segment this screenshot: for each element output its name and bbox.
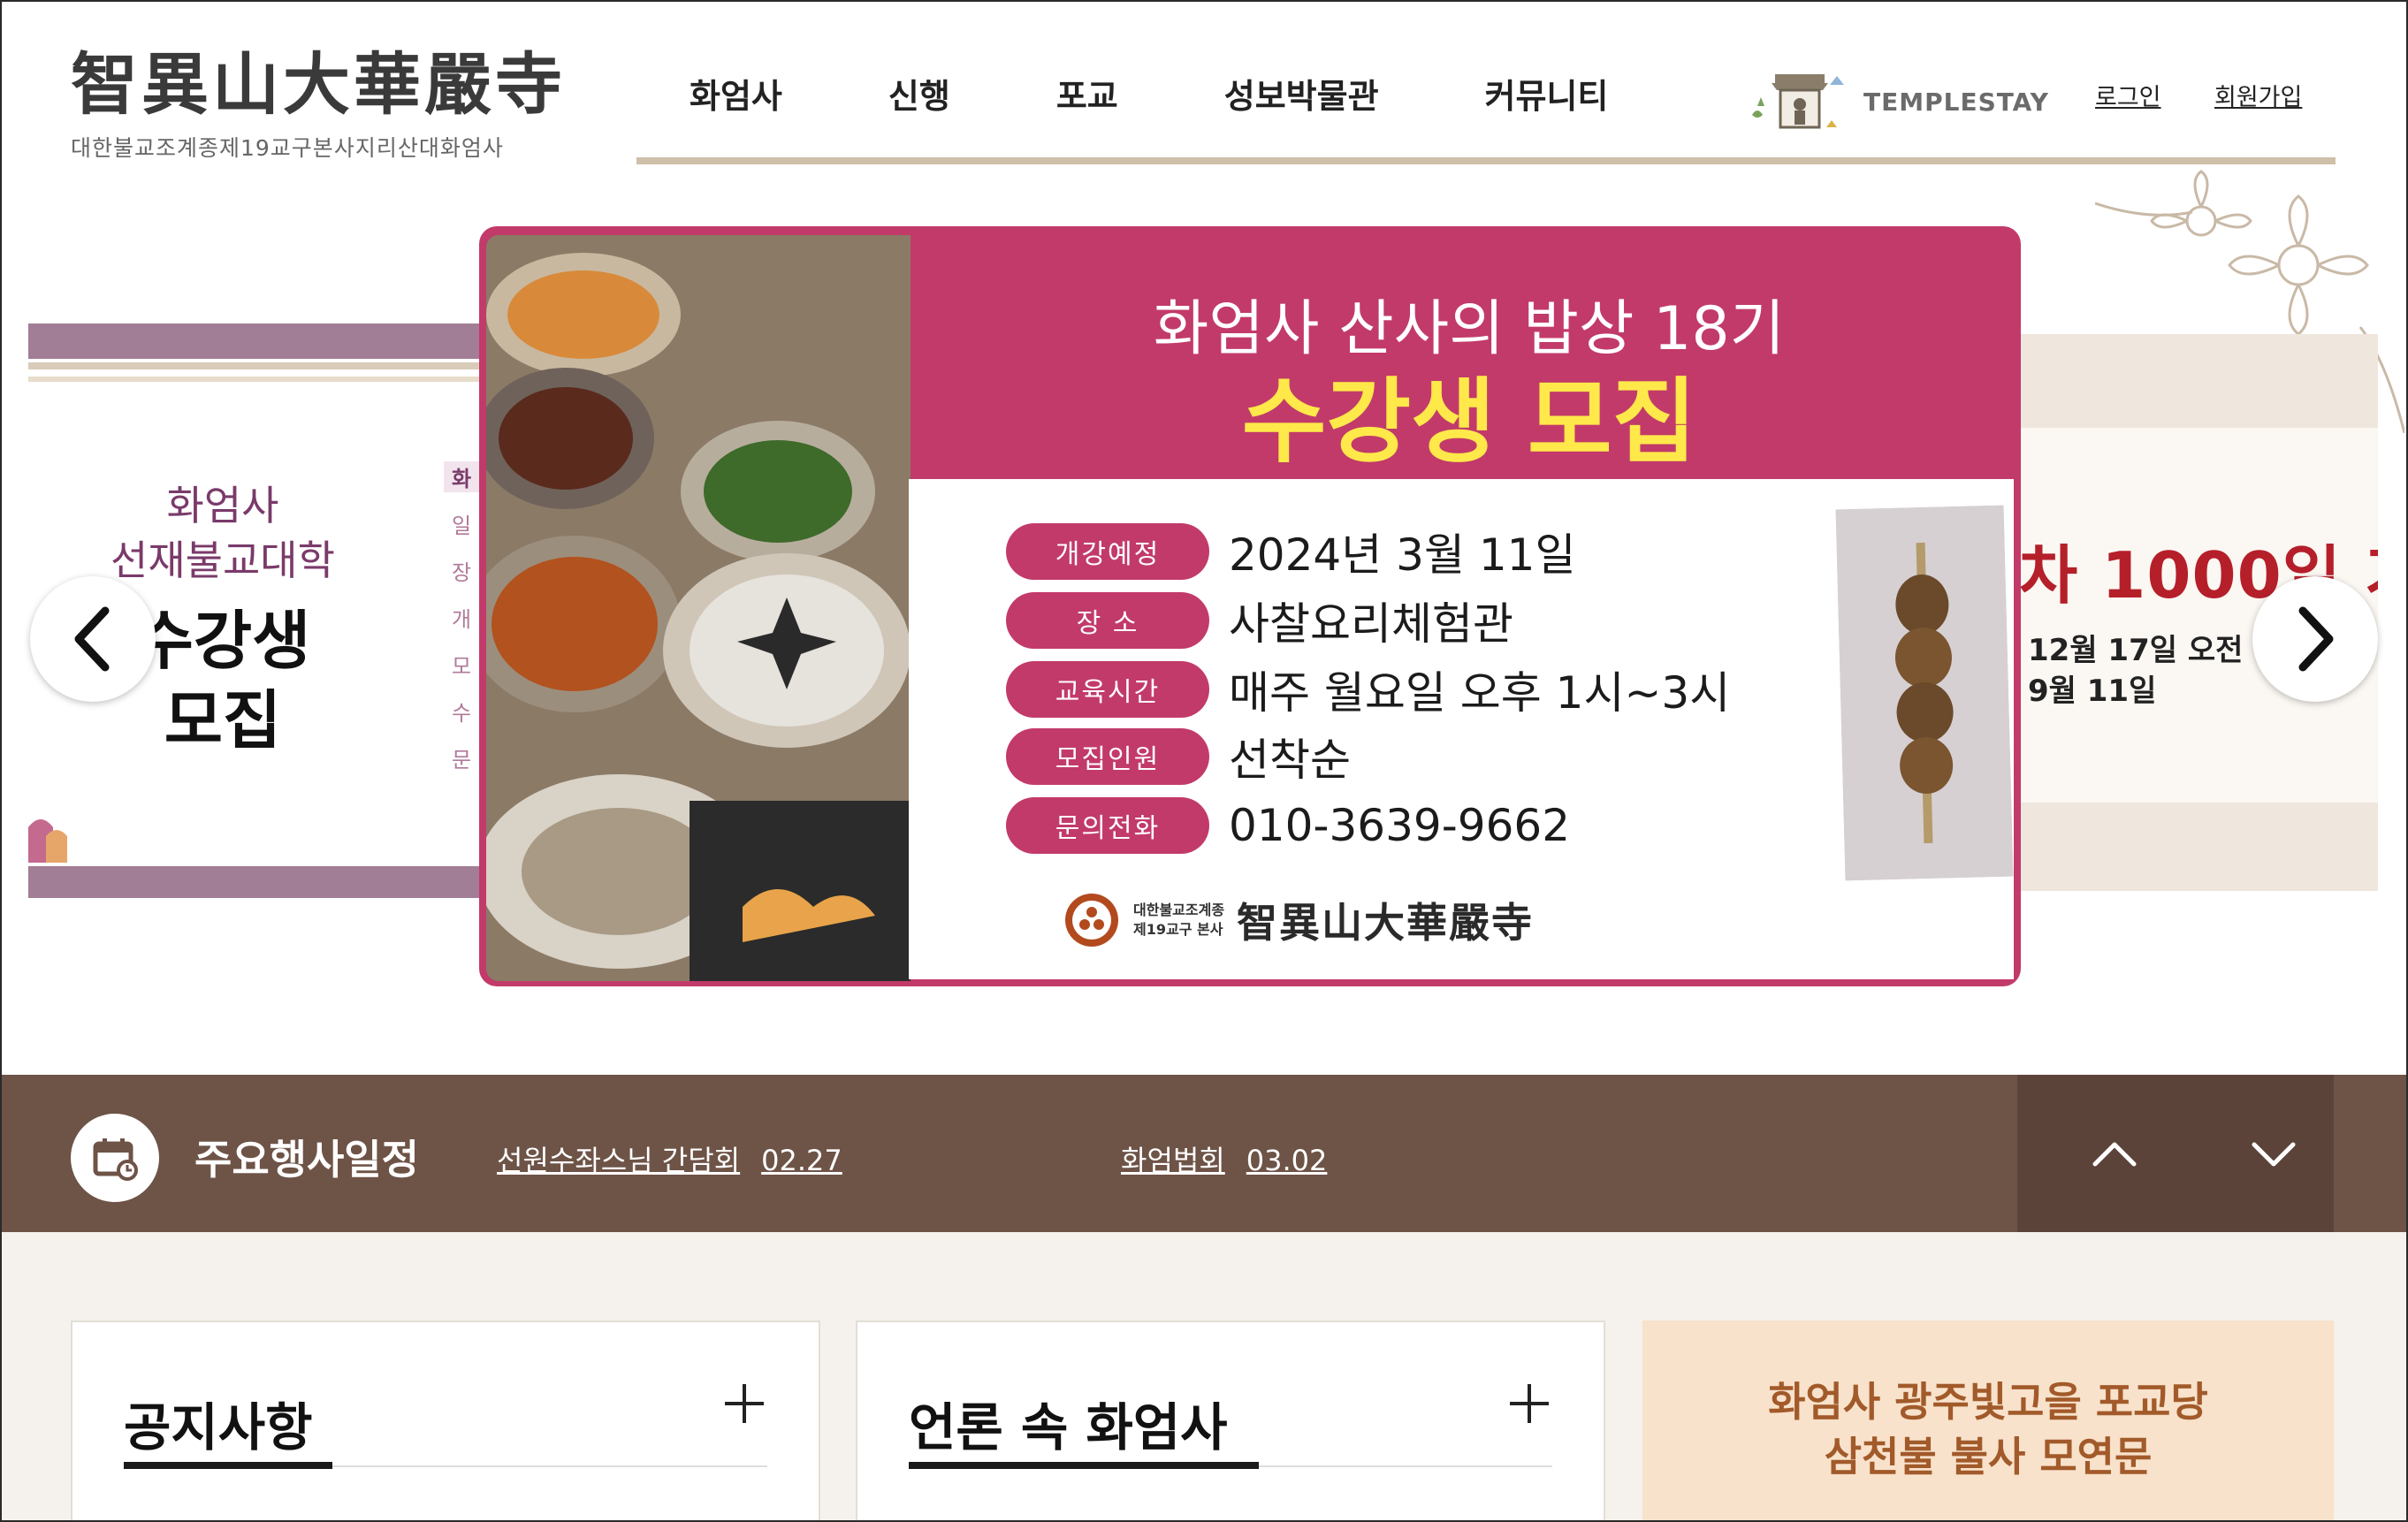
info-value: 선착순: [1229, 734, 1351, 786]
notice-board: 공지사항: [71, 1320, 820, 1522]
event-name: 화엄법회: [1121, 1144, 1225, 1177]
info-value: 매주 월요일 오후 1시~3시: [1229, 667, 1731, 719]
schedule-controls: [2017, 1075, 2334, 1232]
slide-right-line2: 9월 11일: [2028, 673, 2157, 709]
slide-headline: 수강생 모집: [1241, 368, 1697, 476]
slide-right-line1: 12월 17일 오전: [2028, 633, 2244, 668]
side-char: 장: [451, 560, 472, 585]
press-board: 언론 속 화엄사: [856, 1320, 1605, 1522]
slider-next-button[interactable]: [2252, 576, 2378, 702]
event-date: 03.02: [1246, 1144, 1328, 1177]
info-value: 사찰요리체험관: [1229, 598, 1513, 650]
food-photo: [486, 235, 911, 981]
schedule-event[interactable]: 선원수좌스님 간담회 02.27: [497, 1138, 842, 1179]
banner-line2: 삼천불 불사 모연문: [1824, 1433, 2153, 1480]
slider-prev-button[interactable]: [30, 576, 156, 702]
nav-item-faith[interactable]: 신행: [888, 69, 950, 118]
plus-icon[interactable]: [1510, 1384, 1549, 1423]
event-name: 선원수좌스님 간담회: [497, 1144, 741, 1177]
nav-item-museum[interactable]: 성보박물관: [1224, 69, 1379, 118]
side-char: 개: [451, 607, 472, 632]
calendar-badge: [71, 1114, 159, 1202]
login-link[interactable]: 로그인: [2095, 78, 2161, 112]
slide-info-panel: 개강예정 2024년 3월 11일 장 소 사찰요리체험관 교육시간 매주 월요…: [909, 479, 2014, 979]
info-row: 문의전화 010-3639-9662: [1006, 797, 1570, 854]
slide-band: [2019, 803, 2378, 891]
side-char: 수: [451, 701, 472, 726]
event-schedule-bar: 주요행사일정 선원수좌스님 간담회 02.27 화엄법회 03.02: [2, 1075, 2406, 1232]
join-link[interactable]: 회원가입: [2214, 78, 2302, 112]
slide-current[interactable]: 화엄사 산사의 밥상 18기 수강생 모집 개강예정 2024년 3월 11일 …: [479, 226, 2021, 986]
templestay-label: TEMPLESTAY: [1863, 87, 2049, 117]
schedule-title: 주요행사일정: [194, 1136, 419, 1183]
site-logo[interactable]: 智異山大華嚴寺 대한불교조계종제19교구본사지리산대화엄사: [71, 46, 566, 163]
nav-underline: [636, 157, 2336, 164]
slide-band: [28, 866, 479, 898]
slide-footer-logo: 대한불교조계종 제19교구 본사 智異山大華嚴寺: [1063, 891, 1534, 949]
side-char: 일: [451, 514, 472, 538]
title-underline: [909, 1462, 1259, 1469]
nav-item-community[interactable]: 커뮤니티: [1485, 69, 1609, 118]
footer-org-line1: 대한불교조계종: [1133, 902, 1225, 918]
banner-line1: 화엄사 광주빛고을 포교당: [1768, 1378, 2208, 1426]
side-char: 모: [451, 654, 472, 679]
slide-band: [2019, 334, 2378, 428]
schedule-event[interactable]: 화엄법회 03.02: [1121, 1138, 1327, 1179]
info-row: 장 소 사찰요리체험관: [1006, 592, 1513, 650]
info-label: 교육시간: [1006, 661, 1209, 718]
slide-band: [28, 323, 479, 359]
info-label: 문의전화: [1006, 797, 1209, 854]
slide-band: [28, 377, 479, 382]
slide-band: [28, 362, 479, 369]
footer-hanja: 智異山大華嚴寺: [1237, 899, 1535, 947]
nav-item-hwaeomsa[interactable]: 화엄사: [690, 69, 782, 118]
product-photo: [1835, 505, 2014, 881]
footer-org: 대한불교조계종 제19교구 본사: [1133, 901, 1224, 940]
chevron-up-icon: [2092, 1142, 2137, 1167]
event-date: 02.27: [761, 1144, 842, 1177]
logo-hanja: 智異山大華嚴寺: [71, 45, 566, 124]
schedule-up-button[interactable]: [2079, 1119, 2150, 1190]
donation-banner[interactable]: 화엄사 광주빛고을 포교당 삼천불 불사 모연문: [1642, 1320, 2334, 1522]
main-nav: 화엄사 신행 포교 성보박물관 커뮤니티: [690, 69, 1714, 118]
info-row: 모집인원 선착순: [1006, 728, 1351, 786]
side-char: 화: [444, 461, 479, 492]
press-title[interactable]: 언론 속 화엄사: [909, 1386, 1228, 1460]
notice-title[interactable]: 공지사항: [124, 1386, 312, 1460]
plus-icon[interactable]: [725, 1384, 764, 1423]
schedule-down-button[interactable]: [2238, 1119, 2309, 1190]
info-label: 모집인원: [1006, 728, 1209, 785]
chevron-left-icon: [74, 606, 110, 672]
chevron-right-icon: [2298, 606, 2334, 672]
info-row: 개강예정 2024년 3월 11일: [1006, 523, 1576, 581]
info-value: 2024년 3월 11일: [1229, 529, 1576, 581]
slide-left-line1: 화엄사: [166, 482, 279, 529]
info-label: 개강예정: [1006, 523, 1209, 580]
footer-org-line2: 제19교구 본사: [1133, 921, 1223, 938]
logo-subtitle: 대한불교조계종제19교구본사지리산대화엄사: [71, 135, 504, 161]
title-underline: [124, 1462, 332, 1469]
calendar-icon: [93, 1138, 138, 1181]
temple-decoration-icon: [28, 819, 67, 863]
info-label: 장 소: [1006, 592, 1209, 649]
nav-item-propagation[interactable]: 포교: [1056, 69, 1118, 118]
slide-left-side-text: 화 일 장 개 모 수 문: [444, 461, 479, 789]
info-value: 010-3639-9662: [1229, 800, 1571, 851]
side-char: 문: [451, 748, 472, 772]
info-row: 교육시간 매주 월요일 오후 1시~3시: [1006, 661, 1731, 719]
chevron-down-icon: [2252, 1142, 2296, 1167]
templestay-link[interactable]: TEMPLESTAY: [1745, 62, 2049, 141]
templestay-icon: [1752, 74, 1844, 129]
dharma-wheel-icon: [1065, 894, 1118, 947]
